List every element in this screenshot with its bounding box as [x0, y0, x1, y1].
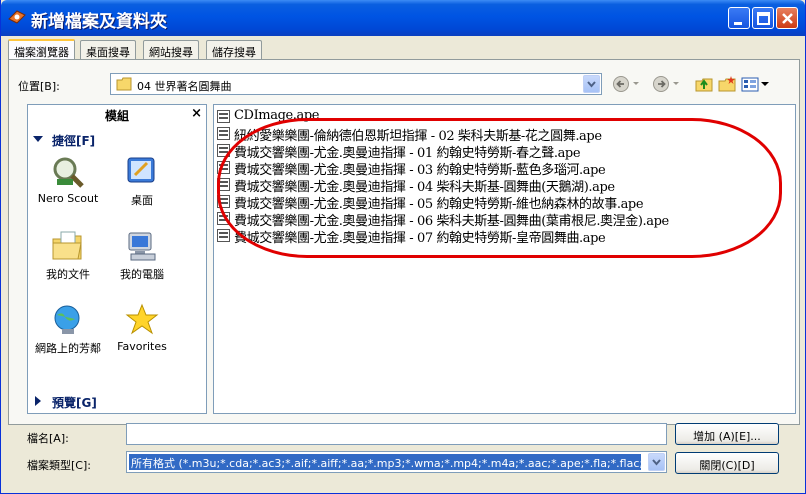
close-icon	[782, 13, 793, 24]
shortcut-my-documents[interactable]: 我的文件	[30, 229, 106, 282]
location-combo[interactable]: 04 世界著名圓舞曲	[110, 73, 602, 95]
expand-triangle-icon	[35, 396, 41, 406]
filetype-dropdown-button[interactable]	[648, 453, 665, 471]
shortcut-label: 網路上的芳鄰	[35, 342, 101, 355]
audio-file-icon	[217, 212, 230, 225]
close-dialog-button[interactable]: 關閉(C)[D]	[675, 452, 779, 474]
favorites-star-icon	[125, 303, 159, 335]
my-computer-icon	[128, 232, 156, 261]
back-icon[interactable]	[613, 75, 643, 93]
folder-icon	[116, 77, 132, 91]
shortcut-nero-scout[interactable]: Nero Scout	[30, 155, 106, 205]
title-bar[interactable]: 新增檔案及資料夾	[1, 0, 805, 36]
tab-file-browser[interactable]: 檔案瀏覽器	[8, 39, 75, 61]
close-button[interactable]	[776, 7, 798, 29]
forward-icon[interactable]	[653, 75, 683, 93]
location-dropdown-button[interactable]	[583, 75, 600, 93]
close-button-label: 關閉(C)[D]	[699, 459, 755, 472]
shortcut-my-computer[interactable]: 我的電腦	[104, 229, 180, 282]
audio-file-icon	[217, 178, 230, 191]
desktop-icon	[127, 157, 155, 183]
up-folder-icon[interactable]	[695, 75, 713, 93]
shortcuts-label: 捷徑[F]	[52, 134, 96, 148]
audio-file-icon	[217, 229, 230, 242]
sidebar-close-button[interactable]: ×	[191, 106, 202, 121]
nero-app-icon	[8, 10, 26, 24]
filetype-select[interactable]: 所有格式 (*.m3u;*.cda;*.ac3;*.aif;*.aiff;*.a…	[126, 451, 667, 473]
file-list: CDImage.ape 紐約愛樂樂團-倫納德伯恩斯坦指揮 - 02 柴科夫斯基-…	[213, 104, 796, 414]
preview-label: 預覽[G]	[52, 396, 97, 410]
audio-file-icon	[217, 127, 230, 140]
tab-label: 網站搜尋	[149, 46, 193, 59]
modules-sidebar: 模組 × 捷徑[F] Nero Scout 桌面 我的文件 我的電腦 網路上的芳…	[27, 104, 207, 414]
tab-web-search[interactable]: 網站搜尋	[143, 40, 199, 60]
collapse-triangle-icon	[33, 136, 43, 142]
shortcut-label: 我的電腦	[120, 268, 164, 281]
tab-label: 桌面搜尋	[86, 46, 130, 59]
add-button-label: 增加 (A)[E]...	[693, 430, 761, 443]
tab-label: 儲存搜尋	[212, 46, 256, 59]
file-name: CDImage.ape	[234, 108, 320, 123]
minimize-button[interactable]	[728, 7, 750, 29]
tab-saved-search[interactable]: 儲存搜尋	[206, 40, 262, 60]
shortcut-network-places[interactable]: 網路上的芳鄰	[30, 303, 106, 356]
maximize-button[interactable]	[752, 7, 774, 29]
filename-label: 檔名[A]:	[27, 432, 69, 445]
dialog-window: 新增檔案及資料夾 檔案瀏覽器 桌面搜尋 網站搜尋 儲存搜尋 位置[B]: 04 …	[0, 0, 806, 494]
filetype-value: 所有格式 (*.m3u;*.cda;*.ac3;*.aif;*.aiff;*.a…	[129, 454, 641, 470]
shortcut-label: Nero Scout	[37, 192, 99, 205]
network-places-icon	[54, 305, 80, 334]
window-title: 新增檔案及資料夾	[31, 12, 167, 32]
location-label: 位置[B]:	[18, 80, 60, 93]
nero-scout-icon	[53, 157, 84, 188]
shortcut-desktop[interactable]: 桌面	[104, 155, 180, 208]
audio-file-icon	[217, 110, 230, 123]
add-button[interactable]: 增加 (A)[E]...	[675, 423, 779, 445]
shortcut-label: 桌面	[131, 194, 153, 207]
shortcut-favorites[interactable]: Favorites	[104, 303, 180, 353]
shortcuts-section-header[interactable]: 捷徑[F]	[28, 129, 206, 149]
filename-input[interactable]	[126, 423, 667, 445]
view-menu-icon[interactable]	[741, 75, 771, 93]
filetype-label: 檔案類型[C]:	[27, 459, 91, 472]
shortcut-label: 我的文件	[46, 268, 90, 281]
maximize-icon	[757, 12, 770, 25]
preview-section-header[interactable]: 預覽[G]	[28, 391, 206, 411]
my-documents-icon	[52, 231, 82, 260]
minimize-icon	[734, 22, 742, 25]
chevron-down-icon	[652, 459, 661, 466]
location-value: 04 世界著名圓舞曲	[137, 80, 232, 93]
sidebar-title: 模組	[104, 109, 129, 123]
chevron-down-icon	[587, 81, 596, 88]
shortcut-label: Favorites	[117, 340, 167, 353]
tab-desktop-search[interactable]: 桌面搜尋	[80, 40, 136, 60]
new-folder-icon[interactable]	[718, 75, 736, 93]
audio-file-icon	[217, 195, 230, 208]
audio-file-icon	[217, 161, 230, 174]
audio-file-icon	[217, 144, 230, 157]
file-name: 費城交響樂團-尤金.奧曼迪指揮 - 07 約翰史特勞斯-皇帝圓舞曲.ape	[234, 231, 606, 246]
tab-label: 檔案瀏覽器	[14, 46, 69, 59]
